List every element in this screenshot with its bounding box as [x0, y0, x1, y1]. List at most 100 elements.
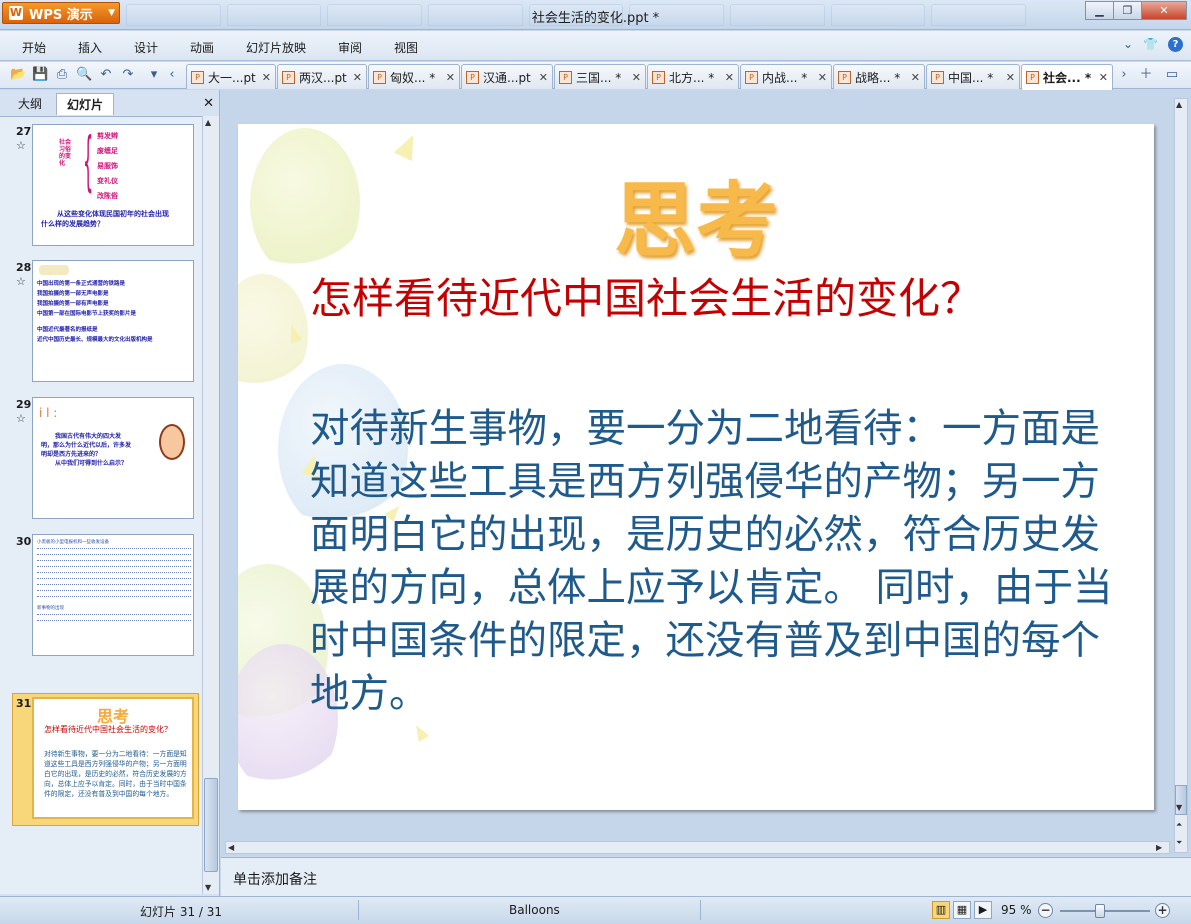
- slide-sorter-view-button[interactable]: ▦: [953, 901, 971, 919]
- doc-tab-label: 两汉...pt: [299, 70, 347, 85]
- ppt-file-icon: P: [466, 70, 479, 84]
- doc-tab[interactable]: P 战略... * ✕: [833, 64, 925, 89]
- menu-home[interactable]: 开始: [22, 39, 46, 56]
- thumbnail-scrollbar[interactable]: ▲ ▼: [202, 116, 219, 894]
- doc-tab-active[interactable]: P 社会... * ✕: [1021, 64, 1113, 90]
- slide-subtitle[interactable]: 怎样看待近代中国社会生活的变化？: [310, 272, 1050, 325]
- doc-tab-label: 中国... *: [948, 70, 994, 85]
- ppt-file-icon: P: [745, 70, 758, 84]
- slide-number: 29: [16, 398, 32, 411]
- ppt-file-icon: P: [1026, 71, 1039, 84]
- collapse-ribbon-icon[interactable]: ⌄: [1123, 37, 1133, 52]
- slide-title[interactable]: 思考: [238, 154, 1154, 273]
- slide-thumbnail-30[interactable]: 小黑板的小型电报机和一些收发设备 新事物的出现: [32, 534, 194, 656]
- slide-number: 31: [16, 697, 32, 710]
- doc-tab[interactable]: P 两汉...pt ✕: [277, 64, 367, 89]
- animation-star-icon: ☆: [16, 139, 26, 152]
- close-panel-icon[interactable]: ✕: [203, 96, 214, 111]
- title-bar: W WPS 演示 ▼ 社会生活的变化.ppt * ▁ ❐ ✕: [0, 0, 1191, 30]
- slide-canvas[interactable]: 思考 怎样看待近代中国社会生活的变化？ 对待新生事物，要一分为二地看待：一方面是…: [238, 124, 1154, 810]
- ppt-file-icon: P: [559, 70, 572, 84]
- skin-icon[interactable]: 👕: [1143, 37, 1158, 52]
- close-tab-icon[interactable]: ✕: [911, 71, 920, 84]
- scroll-left-icon[interactable]: ◀: [228, 843, 234, 852]
- save-icon[interactable]: 💾: [32, 67, 48, 83]
- tab-list-icon[interactable]: ▭: [1164, 67, 1180, 83]
- slideshow-view-button[interactable]: ▶: [974, 901, 992, 919]
- previous-slide-icon[interactable]: ⏶: [1176, 820, 1182, 830]
- undo-icon[interactable]: ↶: [98, 67, 114, 83]
- slide-thumbnail-29[interactable]: i l : 我国古代有伟大的四大发 明，那么为什么近代以后，许多发 明却是西方先…: [32, 397, 194, 519]
- print-preview-icon[interactable]: 🔍: [76, 67, 92, 83]
- tab-slides[interactable]: 幻灯片: [56, 93, 115, 115]
- doc-tab-label: 社会... *: [1043, 71, 1092, 85]
- menu-design[interactable]: 设计: [134, 39, 158, 56]
- close-tab-icon[interactable]: ✕: [632, 71, 641, 84]
- minimize-button[interactable]: ▁: [1085, 1, 1114, 20]
- slide-horizontal-scrollbar[interactable]: ◀ ▶: [225, 841, 1170, 854]
- zoom-slider-track[interactable]: [1060, 910, 1150, 912]
- menu-animation[interactable]: 动画: [190, 39, 214, 56]
- close-tab-icon[interactable]: ✕: [1099, 71, 1108, 84]
- zoom-in-button[interactable]: +: [1155, 903, 1170, 918]
- doc-tab[interactable]: P 中国... * ✕: [926, 64, 1020, 89]
- slide-vertical-scrollbar[interactable]: ▲ ▼ ⏶ ⏷: [1174, 98, 1188, 853]
- help-icon[interactable]: ?: [1168, 37, 1183, 52]
- doc-tab-label: 北方... *: [669, 70, 715, 85]
- animation-star-icon: ☆: [16, 412, 26, 425]
- zoom-slider-handle[interactable]: [1095, 904, 1105, 918]
- thumb-title: 思考: [96, 707, 129, 726]
- doc-tab-label: 大一...pt: [208, 70, 256, 85]
- doc-tab[interactable]: P 北方... * ✕: [647, 64, 739, 89]
- ppt-file-icon: P: [373, 70, 386, 84]
- zoom-out-button[interactable]: −: [1038, 903, 1053, 918]
- close-tab-icon[interactable]: ✕: [539, 71, 548, 84]
- close-window-button[interactable]: ✕: [1141, 1, 1187, 20]
- customize-toolbar-icon[interactable]: ▾: [146, 67, 162, 83]
- slide-thumbnail-27[interactable]: 社会习俗的变化 { 剪发辫 废缠足 易服饰 变礼仪 改陈俗 从这些变化体现民国初…: [32, 124, 194, 246]
- notes-pane[interactable]: 单击添加备注: [221, 857, 1191, 897]
- menu-review[interactable]: 审阅: [338, 39, 362, 56]
- doc-tab[interactable]: P 大一...pt ✕: [186, 64, 276, 89]
- redo-icon[interactable]: ↷: [120, 67, 136, 83]
- new-tab-icon[interactable]: ＋: [1138, 67, 1154, 83]
- menu-view[interactable]: 视图: [394, 39, 418, 56]
- sparkle-decoration: [410, 722, 430, 742]
- close-tab-icon[interactable]: ✕: [262, 71, 271, 84]
- doc-tab[interactable]: P 匈奴... * ✕: [368, 64, 460, 89]
- open-folder-icon[interactable]: 📂: [10, 67, 26, 83]
- doc-tab[interactable]: P 三国... * ✕: [554, 64, 646, 89]
- close-tab-icon[interactable]: ✕: [446, 71, 455, 84]
- tabs-scroll-left-icon[interactable]: ‹: [164, 67, 180, 83]
- close-tab-icon[interactable]: ✕: [353, 71, 362, 84]
- doc-tab-label: 匈奴... *: [390, 70, 436, 85]
- ppt-file-icon: P: [282, 70, 295, 84]
- thumb-vertical-label: 社会习俗的变化: [59, 139, 72, 167]
- ppt-file-icon: P: [931, 70, 944, 84]
- slide-number: 27: [16, 125, 32, 138]
- slide-thumbnail-28[interactable]: 中国出现的第一条正式通营的铁路是 我国拍摄的第一部无声电影是 我国拍摄的第一部有…: [32, 260, 194, 382]
- scroll-up-icon[interactable]: ▲: [1176, 100, 1182, 109]
- maximize-button[interactable]: ❐: [1113, 1, 1142, 20]
- normal-view-button[interactable]: ▥: [932, 901, 950, 919]
- close-tab-icon[interactable]: ✕: [1006, 71, 1015, 84]
- tab-outline[interactable]: 大纲: [8, 93, 52, 115]
- print-icon[interactable]: ⎙: [54, 67, 70, 83]
- doc-tab[interactable]: P 汉通...pt ✕: [461, 64, 553, 89]
- slide-editor: 思考 怎样看待近代中国社会生活的变化？ 对待新生事物，要一分为二地看待：一方面是…: [221, 90, 1191, 856]
- next-slide-icon[interactable]: ⏷: [1176, 838, 1182, 848]
- scroll-up-icon[interactable]: ▲: [205, 118, 211, 127]
- close-tab-icon[interactable]: ✕: [725, 71, 734, 84]
- doc-tab[interactable]: P 内战... * ✕: [740, 64, 832, 89]
- scroll-right-icon[interactable]: ▶: [1156, 843, 1162, 852]
- close-tab-icon[interactable]: ✕: [818, 71, 827, 84]
- slide-body-text[interactable]: 对待新生事物，要一分为二地看待：一方面是知道这些工具是西方列强侵华的产物；另一方…: [310, 403, 1130, 721]
- menu-slideshow[interactable]: 幻灯片放映: [246, 39, 306, 56]
- scroll-down-icon[interactable]: ▼: [205, 883, 211, 892]
- notes-placeholder[interactable]: 单击添加备注: [233, 869, 317, 889]
- slide-thumbnail-31[interactable]: 思考 怎样看待近代中国社会生活的变化？ 对待新生事物，要一分为二地看待：一方面是…: [32, 697, 194, 819]
- scroll-down-icon[interactable]: ▼: [1176, 803, 1182, 812]
- menu-insert[interactable]: 插入: [78, 39, 102, 56]
- scroll-thumb[interactable]: [204, 778, 218, 872]
- tabs-scroll-right-icon[interactable]: ›: [1116, 67, 1132, 83]
